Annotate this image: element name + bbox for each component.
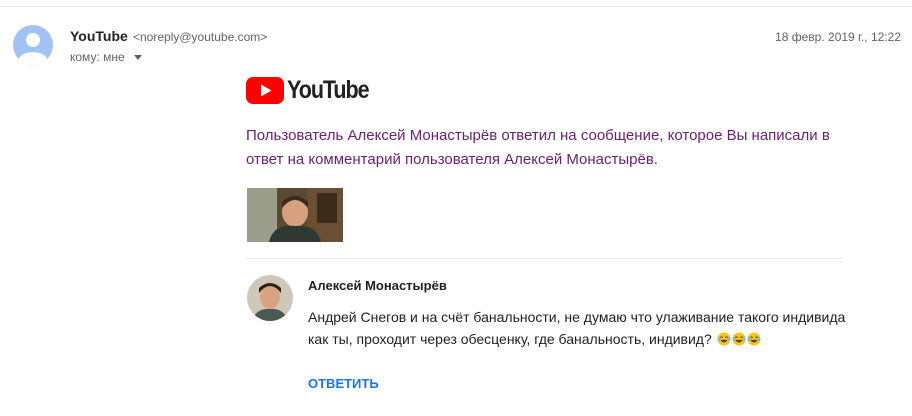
video-thumbnail-image: [247, 188, 343, 242]
commenter-avatar[interactable]: [247, 275, 293, 321]
header-divider: [0, 6, 912, 7]
comment-divider: [246, 258, 843, 259]
youtube-play-icon: [246, 76, 284, 104]
comment-author: Алексей Монастырёв: [308, 278, 447, 293]
notification-text: Пользователь Алексей Монастырёв ответил …: [246, 127, 830, 168]
comment-body: Андрей Снегов и на счёт банальности, не …: [308, 309, 846, 347]
email-date: 18 февр. 2019 г., 12:22: [775, 30, 901, 44]
reply-button[interactable]: ОТВЕТИТЬ: [308, 376, 379, 391]
commenter-avatar-image: [247, 275, 293, 321]
recipient-details-toggle[interactable]: кому: мне: [70, 50, 142, 64]
recipient-label: кому: мне: [70, 50, 125, 64]
dropdown-caret-icon: [133, 55, 142, 60]
youtube-logo[interactable]: YouTube: [246, 76, 382, 104]
comment-text: Андрей Снегов и на счёт банальности, не …: [308, 306, 848, 350]
video-thumbnail[interactable]: [247, 188, 343, 242]
youtube-wordmark: YouTube: [287, 76, 370, 104]
sender-name: YouTube: [70, 28, 128, 44]
default-avatar-icon: [19, 33, 47, 65]
sender-email: <noreply@youtube.com>: [133, 30, 268, 44]
sender-avatar[interactable]: [13, 25, 53, 65]
laughing-emoji-icon: [732, 332, 746, 346]
laughing-emoji-icon: [747, 332, 761, 346]
laughing-emoji-icon: [717, 332, 731, 346]
